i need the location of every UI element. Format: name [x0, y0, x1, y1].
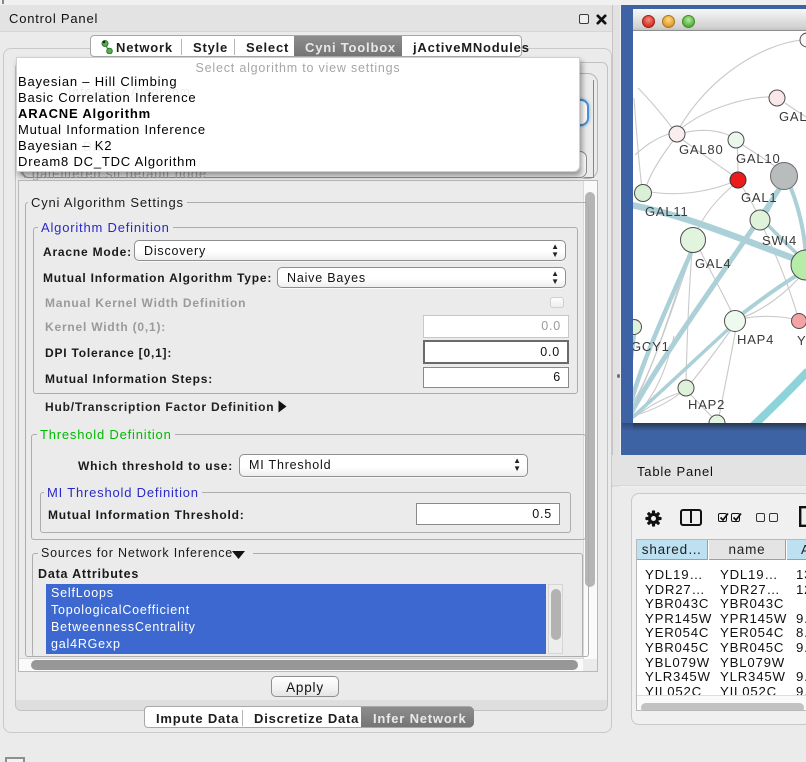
svg-text:YJ: YJ [797, 333, 806, 348]
svg-text:GCY1: GCY1 [633, 339, 670, 354]
svg-text:HAP4: HAP4 [737, 332, 774, 347]
svg-text:GAL4: GAL4 [695, 256, 731, 271]
svg-text:GAL1: GAL1 [741, 190, 777, 205]
svg-text:SWI4: SWI4 [762, 233, 797, 248]
svg-text:GAL80: GAL80 [679, 142, 723, 157]
svg-text:HAP2: HAP2 [688, 397, 725, 412]
svg-text:GAL10: GAL10 [736, 151, 780, 166]
svg-text:GAL7: GAL7 [779, 109, 806, 124]
svg-text:GAL11: GAL11 [645, 204, 689, 219]
